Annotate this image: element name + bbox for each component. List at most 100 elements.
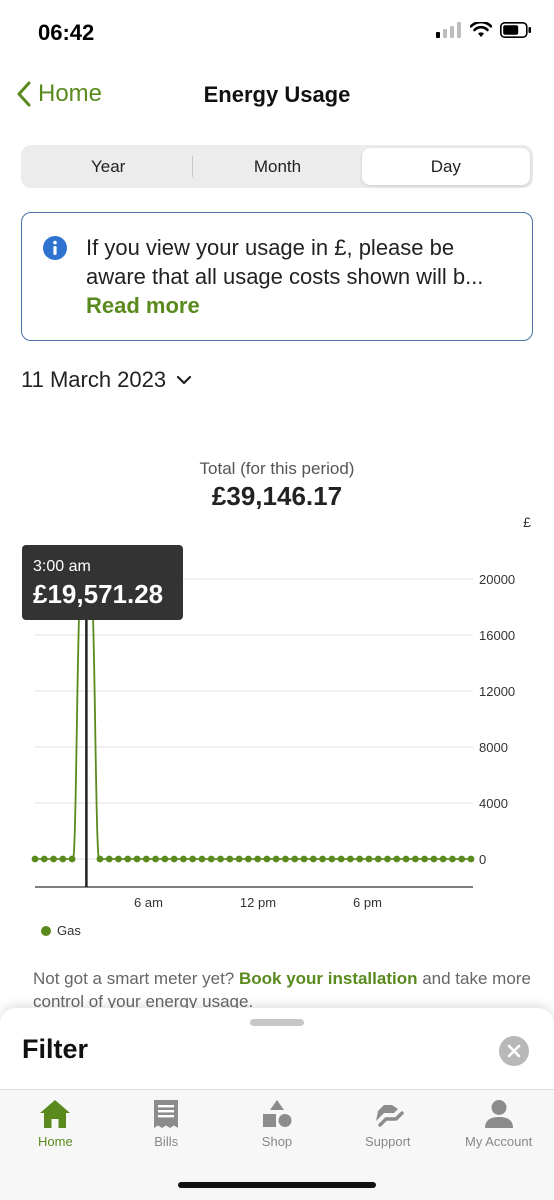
data-point xyxy=(133,855,141,863)
data-point xyxy=(263,855,271,863)
read-more-link[interactable]: Read more xyxy=(86,291,512,320)
signal-icon xyxy=(436,22,461,38)
bill-icon xyxy=(154,1100,179,1128)
shapes-icon xyxy=(262,1100,292,1127)
tab-home-label: Home xyxy=(38,1134,73,1149)
data-point xyxy=(374,855,382,863)
data-point xyxy=(50,855,57,863)
data-point xyxy=(170,855,178,863)
tab-my-account[interactable]: My Account xyxy=(443,1090,554,1200)
tab-bills-label: Bills xyxy=(154,1134,179,1149)
info-text: If you view your usage in £, please be a… xyxy=(86,233,512,340)
data-point xyxy=(124,855,132,863)
data-point xyxy=(226,855,234,863)
smart-meter-promo: Not got a smart meter yet? Book your ins… xyxy=(33,967,533,1013)
x-tick-label: 12 pm xyxy=(240,895,276,910)
data-point xyxy=(300,855,308,863)
data-point xyxy=(68,855,76,863)
data-point xyxy=(40,855,48,863)
tooltip-value: £19,571.28 xyxy=(33,579,163,609)
period-segmented-control: Year Month Day xyxy=(21,145,533,188)
legend-label: Gas xyxy=(57,923,81,938)
nav-bar: Home Energy Usage xyxy=(0,72,554,118)
data-point xyxy=(393,855,401,863)
series-line-gas xyxy=(35,584,471,862)
data-point xyxy=(356,855,364,863)
chevron-down-icon xyxy=(177,375,192,385)
data-point xyxy=(458,855,466,863)
data-point xyxy=(347,855,354,863)
tab-my-account-label: My Account xyxy=(464,1134,533,1149)
chart-tooltip: 3:00 am £19,571.28 xyxy=(22,545,183,620)
home-indicator xyxy=(178,1182,376,1188)
status-bar: 06:42 xyxy=(0,0,554,62)
tab-home[interactable]: Home xyxy=(0,1090,111,1200)
data-point xyxy=(180,855,187,863)
data-point xyxy=(235,855,243,863)
data-point xyxy=(217,855,224,863)
y-tick-label: 16000 xyxy=(479,628,515,643)
data-point xyxy=(189,855,197,863)
data-point xyxy=(115,855,122,863)
segment-month[interactable]: Month xyxy=(193,148,361,185)
data-point xyxy=(198,855,206,863)
data-point xyxy=(152,855,159,863)
segment-year[interactable]: Year xyxy=(24,148,192,185)
info-message: If you view your usage in £, please be a… xyxy=(86,235,484,289)
y-tick-label: 12000 xyxy=(479,684,515,699)
data-point xyxy=(439,855,447,863)
data-point xyxy=(384,855,391,863)
data-point xyxy=(402,855,410,863)
data-point xyxy=(337,855,345,863)
data-point xyxy=(244,855,252,863)
data-point xyxy=(328,855,336,863)
segment-day[interactable]: Day xyxy=(361,148,530,185)
battery-icon xyxy=(500,22,531,38)
y-tick-label: 4000 xyxy=(479,796,508,811)
data-point xyxy=(319,855,326,863)
status-time: 06:42 xyxy=(38,20,95,45)
data-point xyxy=(272,855,280,863)
tab-support-label: Support xyxy=(365,1134,411,1149)
support-icon xyxy=(375,1105,404,1127)
data-point xyxy=(31,855,39,863)
data-point xyxy=(161,855,169,863)
tab-shop-label: Shop xyxy=(261,1134,293,1149)
data-point xyxy=(411,855,419,863)
wifi-icon xyxy=(470,22,492,37)
date-picker[interactable]: 11 March 2023 xyxy=(21,367,192,393)
y-tick-label: 20000 xyxy=(479,572,515,587)
usage-chart[interactable]: £20000 16000 12000 8000 4000 0 6 am 12 pm 6 pm 3:… xyxy=(0,505,554,925)
chart-legend: Gas xyxy=(41,923,81,938)
legend-swatch xyxy=(41,925,51,936)
data-point xyxy=(421,855,429,863)
close-button[interactable] xyxy=(499,1036,529,1066)
x-tick-label: 6 pm xyxy=(353,895,382,910)
info-banner: If you view your usage in £, please be a… xyxy=(21,212,533,341)
close-icon xyxy=(507,1044,521,1058)
sheet-drag-handle[interactable] xyxy=(250,1019,304,1026)
data-point xyxy=(254,855,262,863)
y-axis-unit: £ xyxy=(523,514,531,530)
data-point xyxy=(291,855,299,863)
account-icon xyxy=(484,1100,513,1128)
data-point xyxy=(309,855,317,863)
x-tick-label: 6 am xyxy=(134,895,163,910)
total-label: Total (for this period) xyxy=(199,459,355,478)
date-label: 11 March 2023 xyxy=(21,367,167,392)
data-point xyxy=(207,855,215,863)
y-tick-label: 0 xyxy=(479,852,486,867)
info-icon xyxy=(43,236,67,260)
tooltip-time: 3:00 am xyxy=(33,558,91,575)
book-installation-link[interactable]: Book your installation xyxy=(239,969,418,988)
data-point xyxy=(430,855,438,863)
y-tick-label: 8000 xyxy=(479,740,508,755)
filter-title: Filter xyxy=(22,1034,89,1064)
promo-text-before: Not got a smart meter yet? xyxy=(33,969,239,988)
data-point xyxy=(142,855,150,863)
data-point xyxy=(105,855,113,863)
page-title: Energy Usage xyxy=(203,82,351,107)
data-point xyxy=(467,855,475,863)
data-point xyxy=(96,855,104,863)
data-point xyxy=(449,855,456,863)
